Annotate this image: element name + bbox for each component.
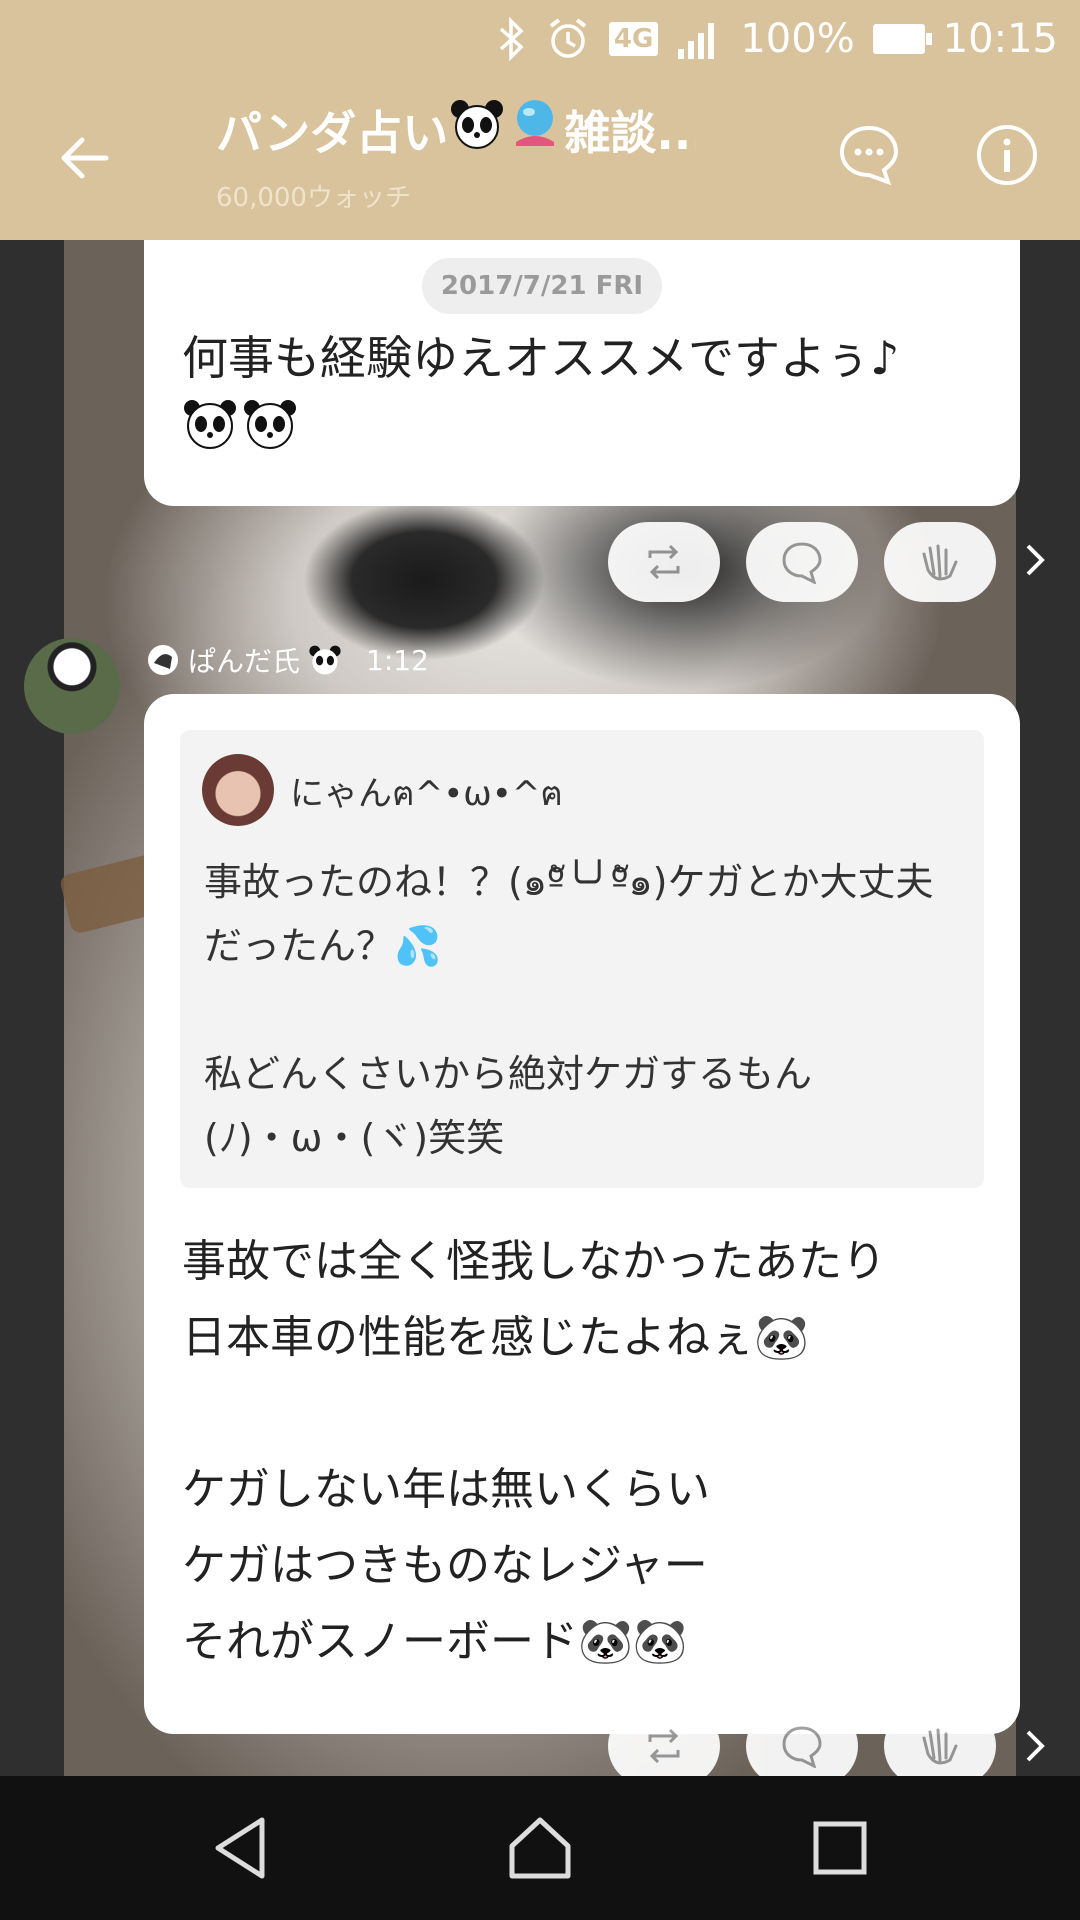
- panda-icon: [182, 400, 302, 463]
- message-text: 事故では全く怪我しなかったあたり 日本車の性能を感じたよねぇ🐼 ケガしない年は無…: [182, 1236, 886, 1667]
- chat-timeline[interactable]: 2017/7/21 FRI 何事も経験ゆえオススメですよぅ♪ ぱんだ氏 1:12…: [0, 240, 1080, 1776]
- comment-button[interactable]: [746, 522, 858, 602]
- nav-recent-icon[interactable]: [802, 1810, 878, 1886]
- app-root: 4G 100% 10:15 パンダ占い 雑談... 60,000ウォッチ 201…: [0, 0, 1080, 1920]
- watch-count: 60,000ウォッチ: [216, 183, 411, 213]
- clap-icon: [922, 1728, 958, 1765]
- message-time: 1:12: [366, 643, 429, 677]
- panda-icon: [450, 98, 504, 168]
- alarm-icon: [545, 16, 591, 62]
- quote-avatar: [202, 754, 274, 826]
- chevron-right-icon[interactable]: [1022, 540, 1050, 580]
- chevron-right-icon[interactable]: [1022, 1726, 1050, 1766]
- bluetooth-icon: [497, 17, 527, 61]
- chat-bubble-icon[interactable]: [836, 122, 902, 188]
- message-text: 何事も経験ゆえオススメですよぅ♪: [182, 320, 982, 474]
- network-badge: 4G: [608, 22, 659, 56]
- title-suffix: 雑談...: [564, 105, 696, 160]
- status-icons: 4G 100% 10:15: [497, 12, 1058, 66]
- page-title: パンダ占い 雑談...: [216, 96, 696, 169]
- quoted-message[interactable]: にゃんฅ^•ω•^ฅ 事故ったのね！？(๑ºั╰╯ºั๑)ケガとか大丈夫だったん…: [180, 730, 984, 1188]
- comment-icon: [782, 542, 822, 584]
- header: パンダ占い 雑談... 60,000ウォッチ: [0, 78, 1080, 240]
- repost-icon: [648, 1728, 680, 1764]
- status-bar: 4G 100% 10:15: [0, 0, 1080, 78]
- sender-line: ぱんだ氏 1:12: [146, 638, 429, 682]
- title-text: パンダ占い: [216, 105, 449, 160]
- message-actions: [608, 1706, 996, 1776]
- repost-button[interactable]: [608, 522, 720, 602]
- comment-icon: [782, 1726, 822, 1768]
- battery-icon: [872, 24, 932, 54]
- nav-back-icon[interactable]: [204, 1810, 280, 1886]
- avatar[interactable]: [24, 638, 120, 734]
- clap-button[interactable]: [884, 522, 996, 602]
- info-icon[interactable]: [974, 122, 1040, 188]
- quote-author: にゃんฅ^•ω•^ฅ: [290, 774, 564, 814]
- system-nav-bar: [0, 1776, 1080, 1920]
- repost-button[interactable]: [608, 1706, 720, 1776]
- badge-icon: [148, 645, 178, 675]
- title-block[interactable]: パンダ占い 雑談... 60,000ウォッチ: [216, 96, 696, 214]
- clock: 10:15: [942, 16, 1058, 62]
- signal-icon: [676, 19, 722, 59]
- clap-icon: [922, 544, 958, 581]
- top-bar: 4G 100% 10:15 パンダ占い 雑談... 60,000ウォッチ: [0, 0, 1080, 240]
- panda-icon: [309, 645, 341, 675]
- battery-percent: 100%: [740, 16, 855, 62]
- message-bubble[interactable]: 2017/7/21 FRI 何事も経験ゆえオススメですよぅ♪: [144, 240, 1020, 506]
- repost-icon: [648, 544, 680, 580]
- message-body: 何事も経験ゆえオススメですよぅ♪: [182, 331, 900, 385]
- sender-name[interactable]: ぱんだ氏: [188, 640, 300, 680]
- comment-button[interactable]: [746, 1706, 858, 1776]
- date-chip: 2017/7/21 FRI: [422, 258, 662, 314]
- nav-home-icon[interactable]: [502, 1810, 578, 1886]
- quote-text: 事故ったのね！？(๑ºั╰╯ºั๑)ケガとか大丈夫だったん？💦 私どんくさいから…: [204, 860, 934, 1160]
- back-arrow-icon[interactable]: [56, 130, 112, 186]
- message-actions: [608, 522, 996, 602]
- clap-button[interactable]: [884, 1706, 996, 1776]
- crystal-ball-icon: [508, 96, 562, 169]
- message-bubble[interactable]: にゃんฅ^•ω•^ฅ 事故ったのね！？(๑ºั╰╯ºั๑)ケガとか大丈夫だったん…: [144, 694, 1020, 1734]
